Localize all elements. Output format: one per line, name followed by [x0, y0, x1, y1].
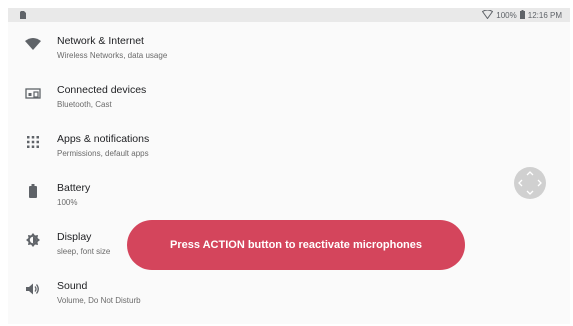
apps-grid-icon — [24, 133, 42, 151]
settings-screen: 100% 12:16 PM Network & Internet Wireles… — [8, 8, 570, 324]
settings-item-title: Display — [57, 231, 92, 243]
settings-item-title: Network & Internet — [57, 35, 144, 47]
settings-item-apps-notifications[interactable]: Apps & notifications Permissions, defaul… — [8, 124, 570, 173]
clock: 12:16 PM — [527, 11, 562, 20]
sim-card-icon — [20, 11, 26, 21]
arrows-icon — [518, 171, 542, 195]
settings-item-connected-devices[interactable]: Connected devices Bluetooth, Cast — [8, 75, 570, 124]
settings-item-sound[interactable]: Sound Volume, Do Not Disturb — [8, 271, 570, 320]
volume-icon — [24, 280, 42, 298]
status-bar: 100% 12:16 PM — [8, 8, 570, 22]
microphone-toast: Press ACTION button to reactivate microp… — [127, 220, 465, 270]
brightness-icon — [24, 231, 42, 249]
settings-item-title: Connected devices — [57, 84, 147, 96]
settings-item-battery[interactable]: Battery 100% — [8, 173, 570, 222]
settings-item-subtitle: 100% — [57, 198, 78, 207]
wifi-icon — [482, 9, 494, 21]
settings-item-subtitle: Volume, Do Not Disturb — [57, 296, 141, 305]
toast-message: Press ACTION button to reactivate microp… — [169, 239, 423, 251]
settings-item-network-internet[interactable]: Network & Internet Wireless Networks, da… — [8, 26, 570, 75]
settings-item-title: Sound — [57, 280, 88, 292]
battery-percent: 100% — [496, 11, 517, 20]
settings-list: Network & Internet Wireless Networks, da… — [8, 26, 570, 320]
devices-icon — [24, 84, 42, 102]
settings-item-subtitle: sleep, font size — [57, 247, 111, 256]
settings-item-title: Battery — [57, 182, 91, 194]
battery-icon — [519, 10, 525, 21]
wifi-icon — [24, 35, 42, 53]
navigation-joystick[interactable] — [514, 167, 546, 199]
settings-item-subtitle: Permissions, default apps — [57, 149, 149, 158]
battery-icon — [24, 182, 42, 200]
settings-item-subtitle: Bluetooth, Cast — [57, 100, 112, 109]
settings-item-title: Apps & notifications — [57, 133, 150, 145]
settings-item-subtitle: Wireless Networks, data usage — [57, 51, 168, 60]
